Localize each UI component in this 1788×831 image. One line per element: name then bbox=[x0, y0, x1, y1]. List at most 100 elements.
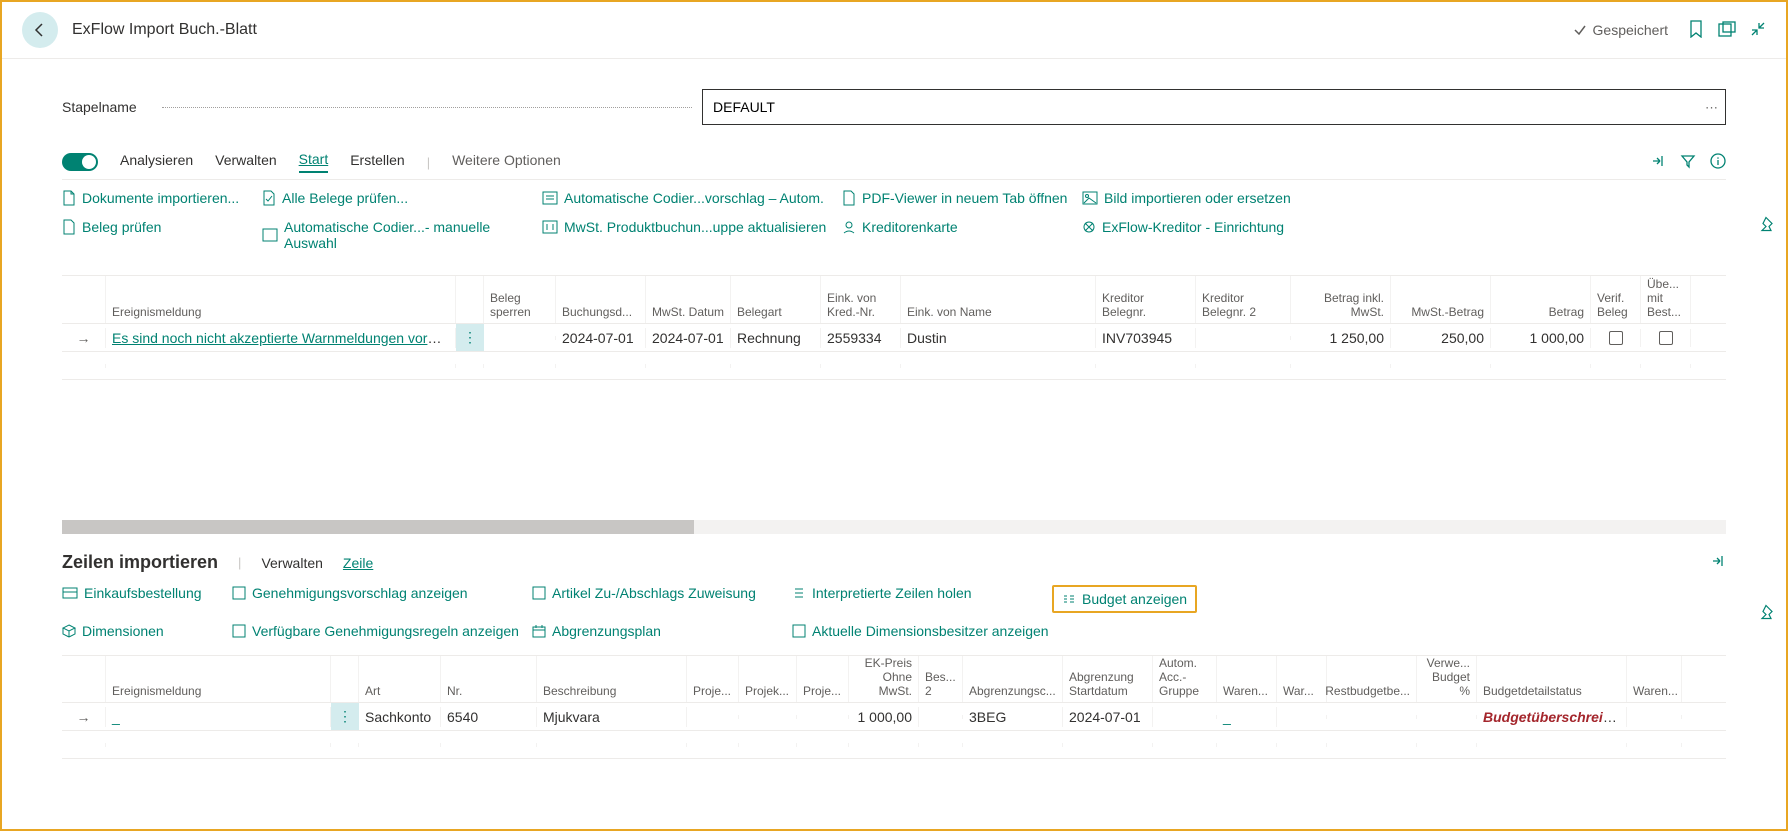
vat-group-update-button[interactable]: MwSt. Produktbuchun...uppe aktualisieren bbox=[542, 219, 826, 235]
coding-manual-icon bbox=[262, 228, 278, 242]
tab-create[interactable]: Erstellen bbox=[350, 152, 404, 172]
document-check-icon bbox=[262, 190, 276, 206]
card-icon bbox=[62, 587, 78, 599]
lines-section-title: Zeilen importieren bbox=[62, 552, 218, 573]
rules-icon bbox=[232, 624, 246, 638]
back-button[interactable] bbox=[22, 12, 58, 48]
verify-doc-button[interactable]: Beleg prüfen bbox=[62, 219, 161, 235]
col2-status[interactable]: Budgetdetailstatus bbox=[1477, 656, 1627, 702]
tab-manage[interactable]: Verwalten bbox=[215, 152, 276, 172]
col-vatdate[interactable]: MwSt. Datum bbox=[646, 276, 731, 323]
table-row-empty[interactable] bbox=[62, 352, 1726, 380]
purchase-order-button[interactable]: Einkaufsbestellung bbox=[62, 585, 202, 601]
col2-event[interactable]: Ereignismeldung bbox=[106, 656, 331, 702]
deferral-icon bbox=[532, 624, 546, 638]
collapse-icon[interactable] bbox=[1750, 21, 1766, 40]
col-postdate[interactable]: Buchungsd... bbox=[556, 276, 646, 323]
col2-desc[interactable]: Beschreibung bbox=[537, 656, 687, 702]
import-documents-button[interactable]: Dokumente importieren... bbox=[62, 190, 239, 206]
row-menu-button[interactable]: ⋮ bbox=[456, 324, 484, 351]
verify-all-button[interactable]: Alle Belege prüfen... bbox=[262, 190, 408, 206]
col2-defstart[interactable]: Abgrenzung Startdatum bbox=[1063, 656, 1153, 702]
approval-proposal-button[interactable]: Genehmigungsvorschlag anzeigen bbox=[232, 585, 468, 601]
lines-tab-manage[interactable]: Verwalten bbox=[261, 555, 322, 571]
horizontal-scrollbar[interactable] bbox=[62, 520, 1726, 534]
budget-status-cell: Budgetüberschreitung bbox=[1483, 709, 1627, 725]
col2-type[interactable]: Art bbox=[359, 656, 441, 702]
col-verif[interactable]: Verif. Beleg bbox=[1591, 276, 1641, 323]
fetch-icon bbox=[792, 586, 806, 600]
saved-indicator: Gespeichert bbox=[1573, 22, 1668, 38]
batch-name-label: Stapelname bbox=[62, 99, 702, 115]
setup-icon bbox=[1082, 220, 1096, 234]
owners-icon bbox=[792, 624, 806, 638]
col-doctype[interactable]: Belegart bbox=[731, 276, 821, 323]
exflow-vendor-setup-button[interactable]: ExFlow-Kreditor - Einrichtung bbox=[1082, 219, 1284, 235]
tab-start[interactable]: Start bbox=[299, 151, 329, 173]
col-match[interactable]: Übe... mit Best... bbox=[1641, 276, 1691, 323]
pdf-viewer-button[interactable]: PDF-Viewer in neuem Tab öffnen bbox=[842, 190, 1067, 206]
auto-coding-auto-button[interactable]: Automatische Codier...vorschlag – Autom. bbox=[542, 190, 824, 206]
batch-name-input[interactable] bbox=[702, 89, 1726, 125]
info-icon[interactable] bbox=[1710, 153, 1726, 172]
col2-price[interactable]: EK-Preis Ohne MwSt. bbox=[849, 656, 919, 702]
approval-rules-button[interactable]: Verfügbare Genehmigungsregeln anzeigen bbox=[232, 623, 519, 639]
col2-waren2[interactable]: War... bbox=[1277, 656, 1327, 702]
col2-proj3[interactable]: Proje... bbox=[797, 656, 849, 702]
col-vatamt[interactable]: MwSt.-Betrag bbox=[1391, 276, 1491, 323]
col2-usedpct[interactable]: Verwe... Budget % bbox=[1417, 656, 1477, 702]
col2-deferral[interactable]: Abgrenzungsc... bbox=[963, 656, 1063, 702]
dimension-owners-button[interactable]: Aktuelle Dimensionsbesitzer anzeigen bbox=[792, 623, 1049, 639]
tab-more-options[interactable]: Weitere Optionen bbox=[452, 152, 561, 172]
col2-no[interactable]: Nr. bbox=[441, 656, 537, 702]
col-block[interactable]: Beleg sperren bbox=[484, 276, 556, 323]
filter-icon[interactable] bbox=[1680, 153, 1696, 172]
col2-proj2[interactable]: Projek... bbox=[739, 656, 797, 702]
col2-proj1[interactable]: Proje... bbox=[687, 656, 739, 702]
col-vendinv2[interactable]: Kreditor Belegnr. 2 bbox=[1196, 276, 1291, 323]
charge-icon bbox=[532, 586, 546, 600]
col-vendinv[interactable]: Kreditor Belegnr. bbox=[1096, 276, 1196, 323]
pin-icon[interactable] bbox=[1760, 216, 1776, 235]
col2-restbudget[interactable]: Restbudgetbe... bbox=[1327, 656, 1417, 702]
deferral-schedule-button[interactable]: Abgrenzungsplan bbox=[532, 623, 661, 639]
item-charge-button[interactable]: Artikel Zu-/Abschlags Zuweisung bbox=[532, 585, 756, 601]
dimensions-button[interactable]: Dimensionen bbox=[62, 623, 164, 639]
table-row[interactable]: → Es sind noch nicht akzeptierte Warnmel… bbox=[62, 324, 1726, 352]
show-budget-button[interactable]: Budget anzeigen bbox=[1052, 585, 1197, 613]
document-import-icon bbox=[62, 190, 76, 206]
pdf-icon bbox=[842, 190, 856, 206]
col2-bes[interactable]: Bes... 2 bbox=[919, 656, 963, 702]
import-image-button[interactable]: Bild importieren oder ersetzen bbox=[1082, 190, 1291, 206]
line-row-menu-button[interactable]: ⋮ bbox=[331, 703, 359, 730]
budget-icon bbox=[1062, 592, 1076, 606]
pin-icon-2[interactable] bbox=[1760, 605, 1776, 624]
share-icon-2[interactable] bbox=[1710, 553, 1726, 572]
page-title: ExFlow Import Buch.-Blatt bbox=[72, 21, 1573, 39]
verif-checkbox[interactable] bbox=[1609, 331, 1623, 345]
batch-lookup-icon[interactable]: ··· bbox=[1705, 100, 1718, 115]
col2-waren1[interactable]: Waren... bbox=[1217, 656, 1277, 702]
match-checkbox[interactable] bbox=[1659, 331, 1673, 345]
get-interpreted-lines-button[interactable]: Interpretierte Zeilen holen bbox=[792, 585, 972, 601]
event-warning-link[interactable]: Es sind noch nicht akzeptierte Warnmeldu… bbox=[112, 330, 456, 346]
col-amount[interactable]: Betrag bbox=[1491, 276, 1591, 323]
col2-waren3[interactable]: Waren... bbox=[1627, 656, 1682, 702]
image-icon bbox=[1082, 191, 1098, 205]
line-row-empty[interactable] bbox=[62, 731, 1726, 759]
auto-coding-manual-button[interactable]: Automatische Codier...- manuelle Auswahl bbox=[262, 219, 542, 251]
analyse-toggle[interactable] bbox=[62, 153, 98, 171]
col-vendname[interactable]: Eink. von Name bbox=[901, 276, 1096, 323]
col-vendno[interactable]: Eink. von Kred.-Nr. bbox=[821, 276, 901, 323]
lines-tab-line[interactable]: Zeile bbox=[343, 555, 373, 571]
col2-autogroup[interactable]: Autom. Acc.- Gruppe bbox=[1153, 656, 1217, 702]
vendor-card-button[interactable]: Kreditorenkarte bbox=[842, 219, 958, 235]
tab-analyse[interactable]: Analysieren bbox=[120, 152, 193, 172]
share-icon[interactable] bbox=[1650, 153, 1666, 172]
popout-icon[interactable] bbox=[1718, 21, 1736, 40]
col-event[interactable]: Ereignismeldung bbox=[106, 276, 456, 323]
coding-auto-icon bbox=[542, 191, 558, 205]
line-row[interactable]: → _ ⋮ Sachkonto 6540 Mjukvara 1 000,00 3… bbox=[62, 703, 1726, 731]
bookmark-icon[interactable] bbox=[1688, 20, 1704, 41]
col-amtincl[interactable]: Betrag inkl. MwSt. bbox=[1291, 276, 1391, 323]
